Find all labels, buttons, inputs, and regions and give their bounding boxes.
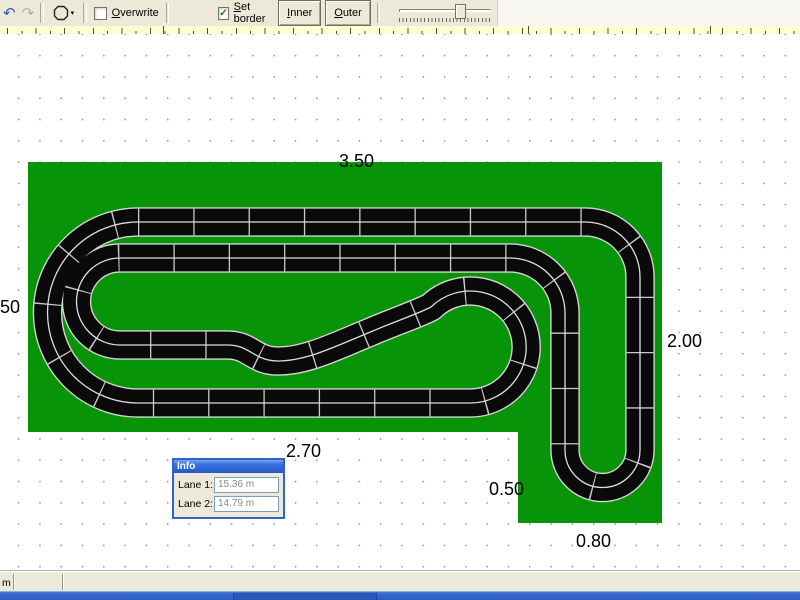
overwrite-checkbox[interactable] — [94, 7, 107, 20]
track-svg — [0, 34, 800, 571]
overwrite-label: Overwrite — [112, 7, 159, 19]
toolbar-separator — [377, 3, 381, 23]
ruler-separator — [163, 26, 164, 34]
lane2-label: Lane 2: — [178, 498, 214, 510]
slider-groove[interactable] — [399, 9, 491, 12]
undo-icon[interactable]: ↶ — [0, 6, 19, 21]
lane2-row: Lane 2: 14.79 m — [178, 496, 279, 512]
lane1-label: Lane 1: — [178, 479, 214, 491]
dimension-label-right: 2.00 — [667, 331, 702, 352]
lane2-value-field[interactable]: 14.79 m — [214, 496, 279, 512]
set-border-checkbox-group[interactable]: ✓ Set border — [218, 1, 270, 25]
dimension-label-bottom: 0.80 — [576, 531, 611, 552]
shape-select-button[interactable]: ▾ — [49, 3, 79, 23]
redo-icon[interactable]: ↷ — [19, 6, 38, 21]
outer-button[interactable]: Outer — [325, 0, 371, 26]
main-toolbar: ↶ ↷ ▾ Overwrite ✓ Set border Inner Outer — [0, 0, 498, 26]
lane1-row: Lane 1: 15.36 m — [178, 477, 279, 493]
dimension-label-notch: 0.50 — [489, 479, 524, 500]
taskbar-button-segment[interactable] — [233, 593, 377, 600]
set-border-label: Set border — [234, 1, 271, 25]
slider-ticks — [399, 18, 491, 22]
toolbar-row: ↶ ↷ ▾ Overwrite ✓ Set border Inner Outer — [0, 0, 800, 26]
status-separator — [62, 574, 63, 590]
info-dialog: Info Lane 1: 15.36 m Lane 2: 14.79 m — [172, 458, 285, 519]
status-text: m — [2, 577, 11, 589]
chevron-down-icon: ▾ — [71, 10, 75, 17]
overwrite-checkbox-group[interactable]: Overwrite — [94, 7, 159, 20]
info-dialog-titlebar[interactable]: Info — [174, 460, 283, 473]
octagon-icon — [53, 5, 69, 21]
lane1-value-field[interactable]: 15.36 m — [214, 477, 279, 493]
design-canvas[interactable] — [0, 34, 800, 571]
zoom-slider[interactable] — [389, 2, 497, 24]
dimension-label-top: 3.50 — [339, 151, 374, 172]
status-separator — [13, 574, 14, 590]
info-dialog-body: Lane 1: 15.36 m Lane 2: 14.79 m — [174, 473, 283, 517]
track-layout[interactable] — [48, 222, 641, 488]
taskbar-strip[interactable] — [0, 591, 800, 600]
toolbar-separator — [83, 3, 87, 23]
slider-thumb[interactable] — [455, 4, 466, 19]
ruler-separator — [710, 26, 711, 34]
toolbar-separator — [40, 3, 44, 23]
inner-button[interactable]: Inner — [278, 0, 321, 26]
status-bar: m — [0, 571, 800, 592]
set-border-checkbox[interactable]: ✓ — [218, 7, 228, 20]
toolbar-separator — [166, 3, 170, 23]
dimension-label-bottom-mid: 2.70 — [286, 441, 321, 462]
track-designer-app: ↶ ↷ ▾ Overwrite ✓ Set border Inner Outer — [0, 0, 800, 600]
dimension-label-left: 1.50 — [0, 297, 20, 318]
ruler-separator — [528, 26, 529, 34]
